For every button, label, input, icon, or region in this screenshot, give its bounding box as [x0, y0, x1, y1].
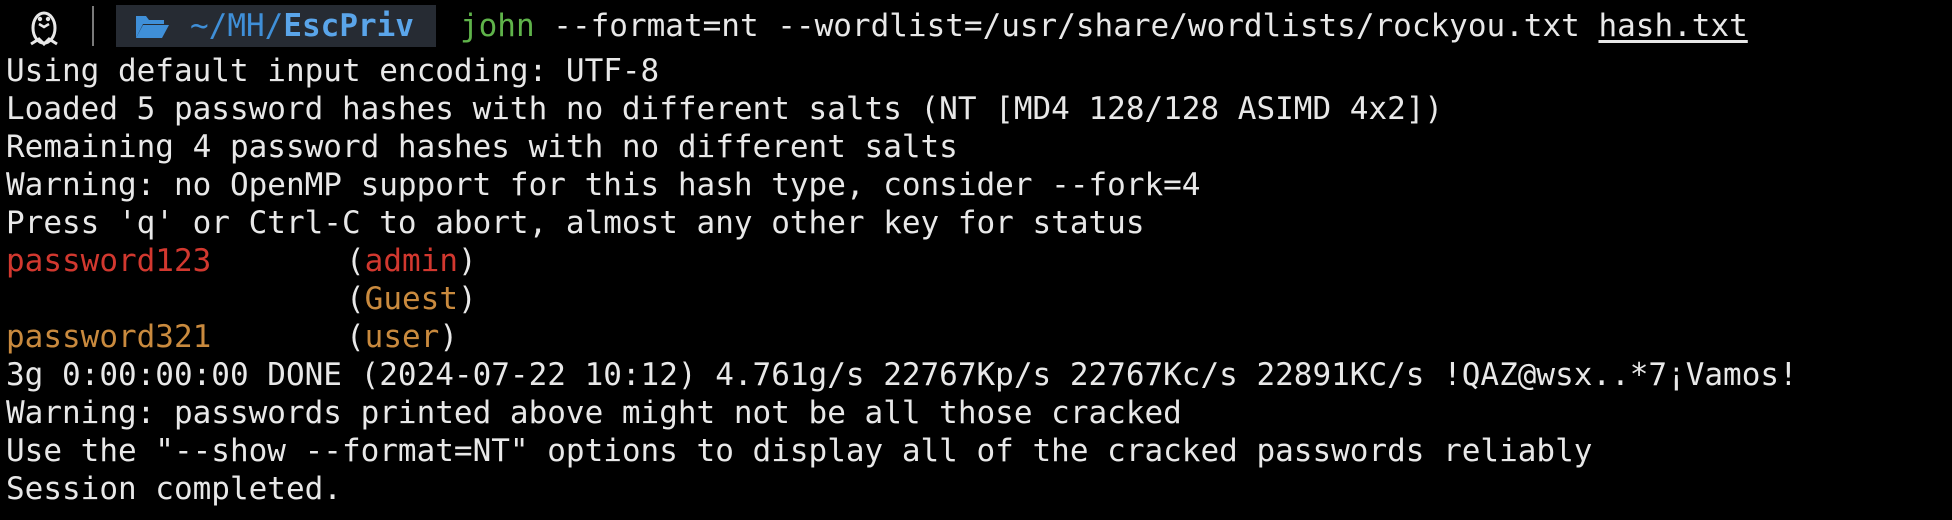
prompt-line: ~/MH/EscPriv john --format=nt --wordlist…: [6, 0, 1952, 52]
terminal-window[interactable]: ~/MH/EscPriv john --format=nt --wordlist…: [0, 0, 1952, 520]
cracked-row: (Guest): [346, 281, 477, 317]
linux-tux-icon: [20, 4, 68, 48]
output-line: Press 'q' or Ctrl-C to abort, almost any…: [6, 205, 1145, 241]
command-input[interactable]: john --format=nt --wordlist=/usr/share/w…: [460, 8, 1748, 44]
output-line: Loaded 5 password hashes with no differe…: [6, 91, 1444, 127]
cracked-user: user: [364, 319, 440, 355]
output-line: Session completed.: [6, 471, 342, 507]
cracked-password: password321: [6, 319, 212, 355]
output-line: Using default input encoding: UTF-8: [6, 53, 660, 89]
output-line: Use the "--show --format=NT" options to …: [6, 433, 1593, 469]
cracked-user: Guest: [364, 281, 458, 317]
cracked-password: password123: [6, 243, 212, 279]
cracked-row: password123 (admin): [6, 243, 477, 279]
status-line: 3g 0:00:00:00 DONE (2024-07-22 10:12) 4.…: [6, 357, 1798, 393]
command-name: john: [459, 8, 535, 44]
command-args: --format=nt --wordlist=/usr/share/wordli…: [534, 8, 1599, 44]
output-line: Remaining 4 password hashes with no diff…: [6, 129, 958, 165]
directory-segment: ~/MH/EscPriv: [116, 5, 436, 47]
current-directory: EscPriv: [283, 8, 414, 44]
prompt-separator: [92, 6, 94, 46]
folder-open-icon: [134, 12, 170, 40]
cracked-user: admin: [364, 243, 458, 279]
cracked-row: password321 (user): [6, 319, 458, 355]
command-file-argument[interactable]: hash.txt: [1598, 8, 1747, 44]
directory-path: ~/MH/: [190, 8, 284, 44]
output-line: Warning: passwords printed above might n…: [6, 395, 1182, 431]
output-line: Warning: no OpenMP support for this hash…: [6, 167, 1201, 203]
